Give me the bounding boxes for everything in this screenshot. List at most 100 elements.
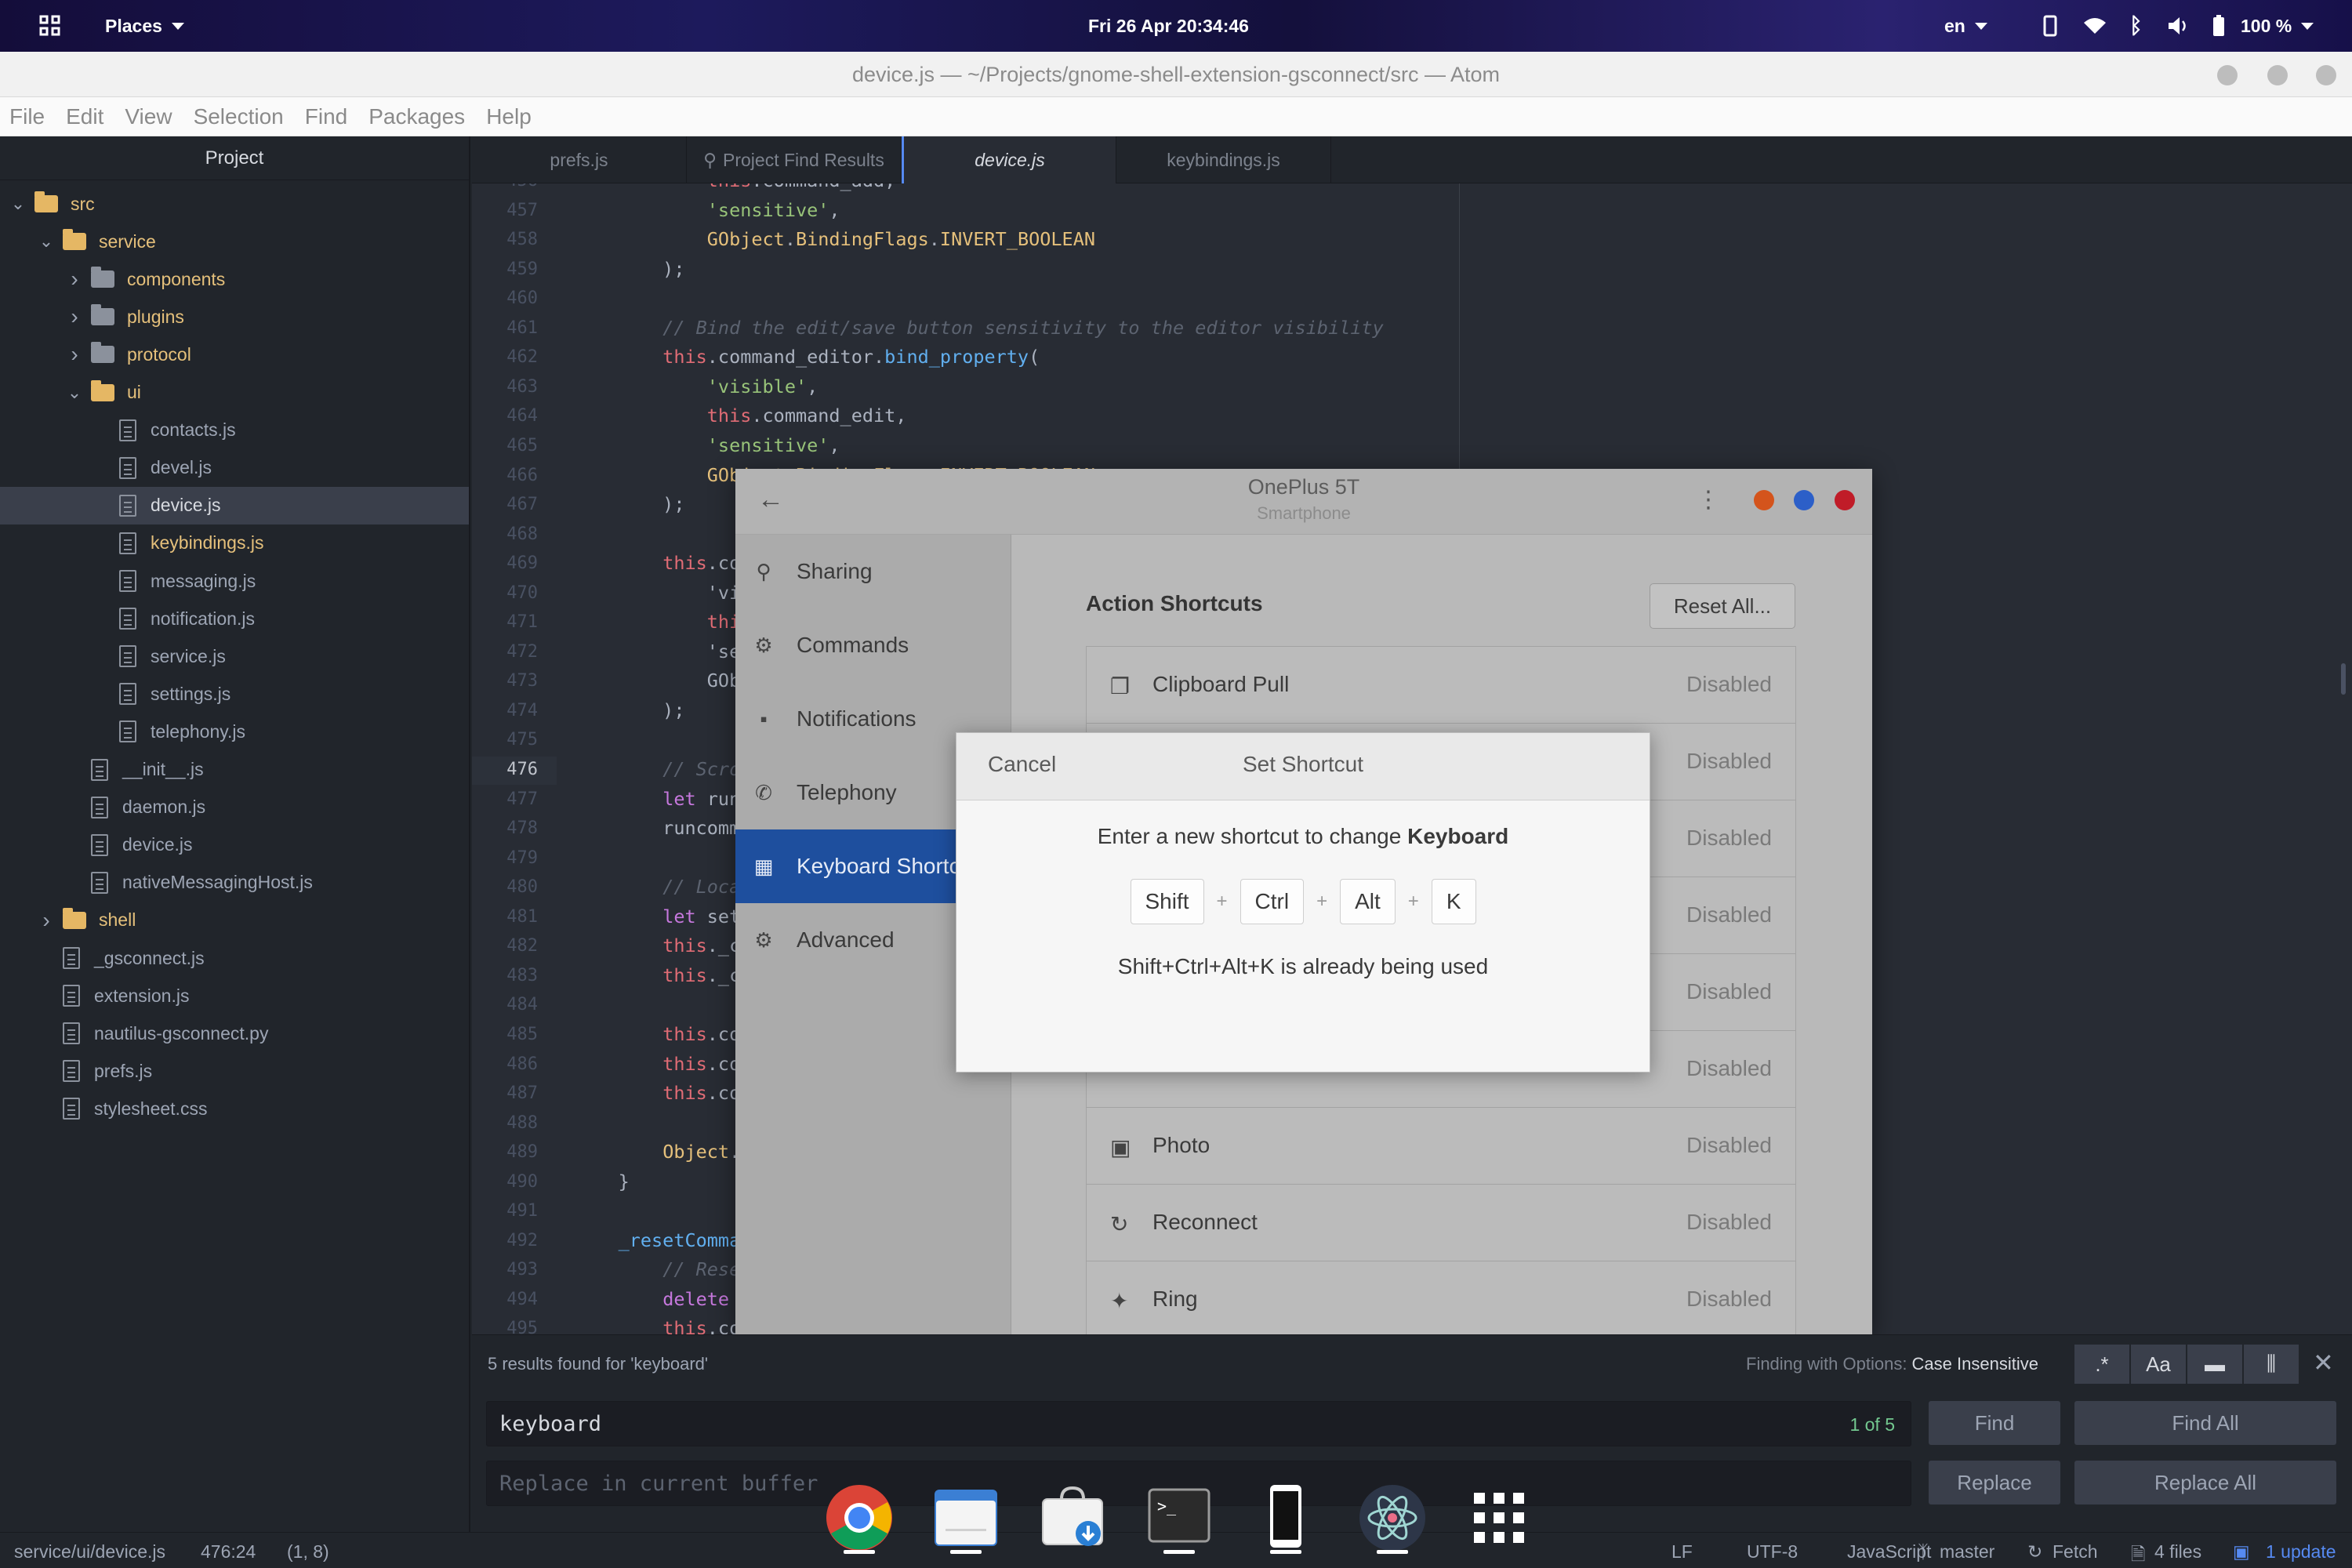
project-header[interactable]: Project xyxy=(0,136,469,180)
code-line[interactable]: 'vis xyxy=(574,582,752,604)
shortcut-row-clipboard-pull[interactable]: ❐ Clipboard Pull Disabled xyxy=(1087,647,1795,724)
tree-file[interactable]: daemon.js xyxy=(0,789,469,826)
tree-file[interactable]: __init__.js xyxy=(0,751,469,789)
wifi-icon[interactable] xyxy=(2082,0,2107,52)
code-line[interactable]: 'sen xyxy=(574,641,752,662)
code-line[interactable]: this.command_editor.bind_property( xyxy=(574,346,1040,368)
status-encoding[interactable]: UTF-8 xyxy=(1747,1541,1798,1563)
chevron-down-icon[interactable]: ⌄ xyxy=(9,194,27,214)
shortcut-row-photo[interactable]: ▣ Photo Disabled xyxy=(1087,1108,1795,1185)
app-grid-icon[interactable] xyxy=(1463,1482,1535,1554)
sidebar-item-sharing[interactable]: ⚲ Sharing xyxy=(735,535,1011,608)
tree-file[interactable]: keybindings.js xyxy=(0,524,469,562)
code-line[interactable]: 'visible', xyxy=(574,376,818,397)
find-all-button[interactable]: Find All xyxy=(2074,1401,2336,1445)
code-line[interactable]: let sett xyxy=(574,906,751,927)
chrome-icon[interactable] xyxy=(823,1482,895,1554)
tab-find-results[interactable]: ⚲ Project Find Results xyxy=(687,136,902,183)
terminal-icon[interactable]: >_ xyxy=(1143,1482,1215,1554)
tree-folder[interactable]: › shell xyxy=(0,902,469,939)
tree-folder[interactable]: › components xyxy=(0,260,469,298)
menu-file[interactable]: File xyxy=(9,104,45,129)
tree-file[interactable]: telephony.js xyxy=(0,713,469,750)
language-menu[interactable]: en xyxy=(1944,0,1987,52)
code-line[interactable]: runcomma xyxy=(574,817,751,839)
find-input[interactable]: keyboard 1 of 5 xyxy=(486,1401,1911,1446)
files-icon[interactable] xyxy=(930,1482,1002,1554)
find-button[interactable]: Find xyxy=(1929,1401,2060,1445)
code-line[interactable]: this.command_edit, xyxy=(574,405,907,426)
replace-button[interactable]: Replace xyxy=(1929,1461,2060,1504)
replace-all-button[interactable]: Replace All xyxy=(2074,1461,2336,1504)
atom-icon[interactable] xyxy=(1356,1482,1428,1554)
system-menu[interactable]: 100 % xyxy=(2241,0,2314,52)
software-icon[interactable] xyxy=(1036,1482,1109,1554)
tree-file[interactable]: contacts.js xyxy=(0,412,469,449)
tab-prefs[interactable]: prefs.js xyxy=(472,136,687,183)
status-cursor-position[interactable]: 476:24 xyxy=(201,1541,256,1563)
chevron-right-icon[interactable]: › xyxy=(66,267,83,292)
bluetooth-icon[interactable]: ᛒ xyxy=(2129,0,2143,52)
tree-file[interactable]: device.js xyxy=(0,486,469,524)
status-updates[interactable]: 1 update xyxy=(2266,1541,2336,1563)
code-line[interactable]: ); xyxy=(574,699,684,721)
tree-file[interactable]: _gsconnect.js xyxy=(0,939,469,977)
code-line[interactable]: delete t xyxy=(574,1288,751,1310)
case-sensitive-toggle[interactable]: Aa xyxy=(2131,1345,2186,1384)
code-line[interactable]: let runc xyxy=(574,788,751,810)
minimize-button[interactable] xyxy=(2217,65,2238,85)
status-git-branch[interactable]: master xyxy=(1940,1541,1994,1563)
regex-toggle[interactable]: .* xyxy=(2074,1345,2129,1384)
volume-icon[interactable] xyxy=(2167,0,2190,52)
code-line[interactable]: ); xyxy=(574,493,684,515)
code-line[interactable]: this.command_add, xyxy=(574,183,896,191)
menu-help[interactable]: Help xyxy=(486,104,532,129)
status-line-ending[interactable]: LF xyxy=(1671,1541,1693,1563)
code-line[interactable]: GObject.BindingFlags.INVERT_BOOLEAN xyxy=(574,228,1095,250)
selection-only-toggle[interactable]: ▬ xyxy=(2187,1345,2242,1384)
tree-folder[interactable]: ⌄ src xyxy=(0,185,469,223)
menu-find[interactable]: Find xyxy=(305,104,347,129)
code-line[interactable]: this.com xyxy=(574,1053,751,1075)
chevron-down-icon[interactable]: ⌄ xyxy=(66,383,83,403)
close-button[interactable] xyxy=(1835,490,1855,510)
code-line[interactable]: this.com xyxy=(574,1317,751,1334)
tree-file[interactable]: nativeMessagingHost.js xyxy=(0,864,469,902)
close-icon[interactable]: ✕ xyxy=(2313,1348,2334,1377)
scrollbar-thumb[interactable] xyxy=(2341,663,2346,695)
chevron-right-icon[interactable]: › xyxy=(66,342,83,367)
close-button[interactable] xyxy=(2316,65,2336,85)
code-line[interactable]: // Bind the edit/save button sensitivity… xyxy=(574,317,1384,339)
code-line[interactable]: this._co xyxy=(574,935,751,956)
code-line[interactable]: GObj xyxy=(574,670,752,691)
tab-keybindings[interactable]: keybindings.js xyxy=(1116,136,1331,183)
whole-word-toggle[interactable]: ⫼ xyxy=(2244,1345,2299,1384)
tree-file[interactable]: service.js xyxy=(0,637,469,675)
maximize-button[interactable] xyxy=(2267,65,2288,85)
minimize-button[interactable] xyxy=(1754,490,1774,510)
code-line[interactable]: this.com xyxy=(574,1023,751,1045)
battery-icon[interactable] xyxy=(2212,0,2225,52)
tree-file[interactable]: nautilus-gsconnect.py xyxy=(0,1014,469,1052)
code-line[interactable]: this._co xyxy=(574,964,751,986)
window-titlebar[interactable]: device.js — ~/Projects/gnome-shell-exten… xyxy=(0,52,2352,97)
shortcut-row-reconnect[interactable]: ↻ Reconnect Disabled xyxy=(1087,1185,1795,1261)
code-line[interactable]: 'sensitive', xyxy=(574,199,840,221)
tree-file[interactable]: notification.js xyxy=(0,600,469,637)
status-fetch[interactable]: Fetch xyxy=(2053,1541,2098,1563)
menu-packages[interactable]: Packages xyxy=(368,104,465,129)
reset-all-button[interactable]: Reset All... xyxy=(1650,583,1795,629)
code-line[interactable]: // Scrol xyxy=(574,758,751,780)
activities-grid-icon[interactable] xyxy=(39,0,61,52)
code-line[interactable]: this xyxy=(574,611,752,633)
maximize-button[interactable] xyxy=(1794,490,1814,510)
tree-file[interactable]: stylesheet.css xyxy=(0,1090,469,1127)
tree-folder[interactable]: ⌄ service xyxy=(0,223,469,260)
shortcut-row-ring[interactable]: ✦ Ring Disabled xyxy=(1087,1261,1795,1336)
code-line[interactable]: ); xyxy=(574,258,684,280)
code-line[interactable]: this.com xyxy=(574,552,751,574)
status-file-path[interactable]: service/ui/device.js xyxy=(14,1541,165,1563)
chevron-down-icon[interactable]: ⌄ xyxy=(38,231,55,252)
tree-folder[interactable]: › plugins xyxy=(0,298,469,336)
phone-icon[interactable] xyxy=(1250,1482,1322,1554)
